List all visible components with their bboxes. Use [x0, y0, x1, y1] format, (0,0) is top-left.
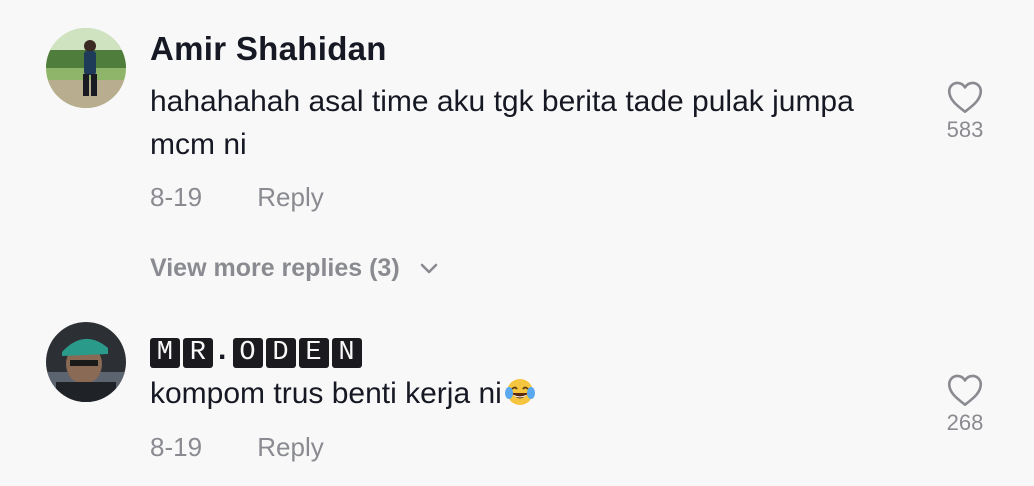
reply-button[interactable]: Reply [257, 432, 323, 462]
username-char: O [232, 338, 263, 368]
comment-meta: 8-19 Reply [150, 182, 324, 213]
view-more-replies-label: View more replies (3) [150, 254, 400, 282]
username-char: N [331, 338, 362, 368]
username-char: M [150, 338, 180, 368]
heart-icon [947, 81, 983, 113]
like-count: 583 [946, 117, 984, 142]
avatar[interactable] [46, 322, 126, 402]
view-more-replies-button[interactable]: View more replies (3) [150, 254, 439, 283]
comment-text: kompom trus benti kerja ni [150, 372, 910, 415]
username-char: E [298, 338, 329, 368]
like-count: 268 [946, 410, 984, 435]
comment-date: 8-19 [150, 182, 203, 212]
comment-date: 8-19 [150, 432, 203, 462]
comment-text: hahahahah asal time aku tgk berita tade … [150, 85, 854, 161]
heart-icon [947, 374, 983, 406]
face-with-tears-of-joy-icon [504, 379, 535, 405]
chevron-down-icon [420, 264, 437, 274]
comment-meta: 8-19 Reply [150, 432, 324, 463]
comment-username[interactable]: Amir Shahidan [150, 30, 387, 68]
username-char: . [218, 333, 227, 366]
username-char: R [183, 338, 213, 368]
comment-text-content: kompom trus benti kerja ni [150, 377, 502, 410]
reply-button[interactable]: Reply [257, 182, 323, 212]
like-button[interactable]: 583 [934, 80, 996, 143]
user-photo-avatar-icon [46, 28, 126, 108]
avatar[interactable] [46, 28, 126, 108]
user-photo-avatar-icon [46, 322, 126, 402]
like-button[interactable]: 268 [934, 373, 996, 436]
username-char: D [265, 338, 296, 368]
comment-username[interactable]: MR.ODEN [150, 329, 365, 368]
